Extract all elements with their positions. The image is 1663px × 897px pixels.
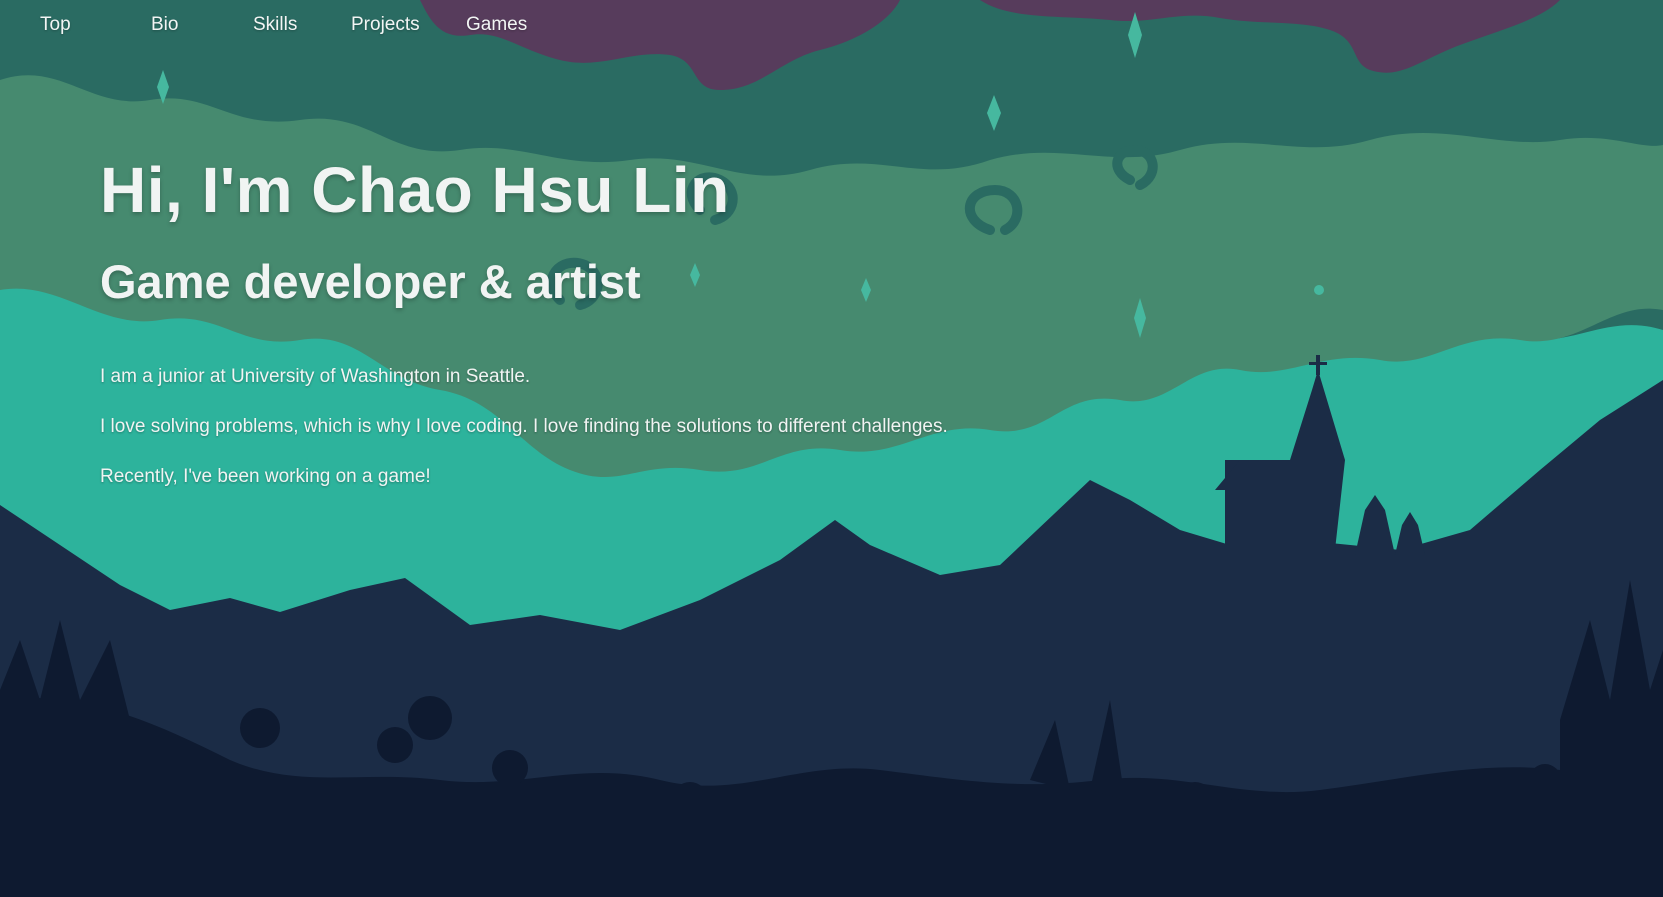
- hero-title: Hi, I'm Chao Hsu Lin: [100, 154, 730, 226]
- nav-top[interactable]: Top: [40, 14, 71, 36]
- bio-paragraph-coding: I love solving problems, which is why I …: [100, 416, 948, 437]
- nav-projects[interactable]: Projects: [351, 14, 420, 36]
- nav-bio[interactable]: Bio: [151, 14, 178, 36]
- landscape-background: [0, 0, 1663, 897]
- nav-games[interactable]: Games: [466, 14, 527, 36]
- hero-section: Hi, I'm Chao Hsu Lin Game developer & ar…: [100, 150, 948, 487]
- bio-paragraph-school: I am a junior at University of Washingto…: [100, 366, 531, 387]
- nav-skills[interactable]: Skills: [253, 14, 297, 36]
- bio-paragraph-game: Recently, I've been working on a game!: [100, 466, 431, 487]
- hero-subtitle: Game developer & artist: [100, 255, 641, 308]
- top-navigation: Top Bio Skills Projects Games: [0, 0, 600, 52]
